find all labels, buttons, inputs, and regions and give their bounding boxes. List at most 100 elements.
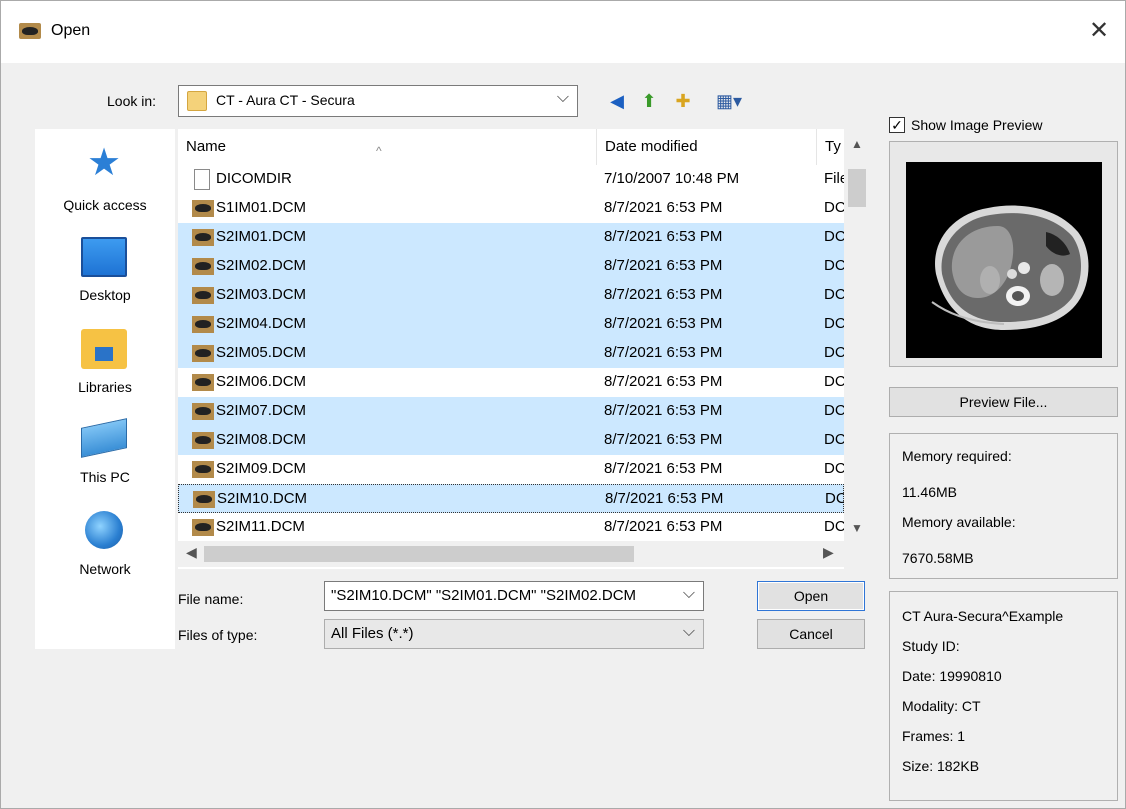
cancel-button[interactable]: Cancel: [757, 619, 865, 649]
up-folder-icon[interactable]: ⬆: [637, 89, 661, 113]
file-row[interactable]: S2IM08.DCM 8/7/2021 6:53 PM DCM: [178, 426, 844, 455]
column-header-name[interactable]: Name ^: [178, 129, 594, 165]
close-button[interactable]: ✕: [1083, 15, 1115, 47]
place-libraries[interactable]: Libraries: [35, 321, 175, 401]
dicom-file-icon: [192, 316, 214, 333]
scroll-up-icon[interactable]: ▲: [851, 137, 863, 151]
file-name: S2IM09.DCM: [216, 460, 307, 477]
file-row[interactable]: S2IM03.DCM 8/7/2021 6:53 PM DCM: [178, 281, 844, 310]
study-size: Size: 182KB: [902, 758, 980, 774]
place-label: This PC: [80, 469, 130, 485]
file-name: S2IM02.DCM: [216, 257, 307, 274]
vertical-scroll-thumb[interactable]: [848, 169, 866, 207]
file-name-label: File name:: [178, 591, 244, 607]
place-this-pc[interactable]: This PC: [35, 413, 175, 493]
computer-icon: [81, 418, 127, 458]
document-icon: [194, 169, 210, 190]
file-row[interactable]: DICOMDIR 7/10/2007 10:48 PM File: [178, 165, 844, 194]
column-header-type[interactable]: Ty: [816, 129, 846, 165]
study-date: Date: 19990810: [902, 668, 1002, 684]
open-button[interactable]: Open: [757, 581, 865, 611]
dicom-file-icon: [192, 345, 214, 362]
file-type: DCM: [824, 402, 844, 419]
file-list[interactable]: Name ^ Date modified Ty DICOMDIR 7/10/200…: [178, 129, 870, 569]
file-date: 8/7/2021 6:53 PM: [604, 257, 723, 274]
file-date: 8/7/2021 6:53 PM: [604, 373, 723, 390]
dicom-file-icon: [192, 374, 214, 391]
file-row[interactable]: S2IM05.DCM 8/7/2021 6:53 PM DCM: [178, 339, 844, 368]
scroll-down-icon[interactable]: ▼: [851, 521, 863, 535]
ct-scan-graphic: [906, 162, 1102, 358]
file-name: S2IM11.DCM: [216, 518, 305, 535]
view-menu-icon[interactable]: ▦▾: [707, 89, 751, 113]
file-name: S1IM01.DCM: [216, 199, 307, 216]
memory-required-value: 11.46MB: [902, 484, 957, 500]
files-of-type-select[interactable]: All Files (*.*) ⌵: [324, 619, 704, 649]
file-row[interactable]: S2IM06.DCM 8/7/2021 6:53 PM DCM: [178, 368, 844, 397]
file-type: DCM: [824, 257, 844, 274]
horizontal-scrollbar[interactable]: ◀ ▶: [178, 541, 844, 567]
file-row[interactable]: S2IM09.DCM 8/7/2021 6:53 PM DCM: [178, 455, 844, 484]
column-header-date[interactable]: Date modified: [596, 129, 816, 165]
file-date: 8/7/2021 6:53 PM: [604, 228, 723, 245]
file-type: DCM: [824, 344, 844, 361]
study-frames: Frames: 1: [902, 728, 966, 744]
files-of-type-label: Files of type:: [178, 627, 258, 643]
file-type: DCM: [824, 518, 844, 535]
file-row[interactable]: S2IM10.DCM 8/7/2021 6:53 PM DCM: [178, 484, 845, 513]
file-name-value[interactable]: "S2IM10.DCM" "S2IM01.DCM" "S2IM02.DCM: [331, 587, 671, 604]
preview-file-button[interactable]: Preview File...: [889, 387, 1118, 417]
file-row[interactable]: S2IM02.DCM 8/7/2021 6:53 PM DCM: [178, 252, 844, 281]
look-in-combo[interactable]: CT - Aura CT - Secura ⌵: [178, 85, 578, 117]
horizontal-scroll-thumb[interactable]: [204, 546, 634, 562]
dicom-file-icon: [192, 258, 214, 275]
place-label: Libraries: [78, 379, 132, 395]
place-network[interactable]: Network: [35, 503, 175, 587]
file-type: DCM: [824, 199, 844, 216]
file-date: 8/7/2021 6:53 PM: [604, 431, 723, 448]
dicom-file-icon: [193, 491, 215, 508]
file-row[interactable]: S2IM04.DCM 8/7/2021 6:53 PM DCM: [178, 310, 844, 339]
app-eye-icon: [19, 23, 41, 39]
back-icon[interactable]: ◀: [605, 89, 629, 113]
dicom-file-icon: [192, 403, 214, 420]
study-info-box: CT Aura-Secura^Example Study ID: Date: 1…: [889, 591, 1118, 801]
memory-required-label: Memory required:: [902, 448, 1012, 464]
study-id: Study ID:: [902, 638, 960, 654]
file-name: DICOMDIR: [216, 170, 292, 187]
network-globe-icon: [85, 511, 123, 549]
dicom-file-icon: [192, 287, 214, 304]
show-preview-label[interactable]: Show Image Preview: [911, 117, 1043, 133]
place-label: Desktop: [79, 287, 131, 303]
file-name: S2IM06.DCM: [216, 373, 307, 390]
place-desktop[interactable]: Desktop: [35, 229, 175, 313]
file-name-combo[interactable]: "S2IM10.DCM" "S2IM01.DCM" "S2IM02.DCM ⌵: [324, 581, 704, 611]
new-folder-icon[interactable]: ✚: [671, 89, 695, 113]
open-dialog: Open ✕ Look in: CT - Aura CT - Secura ⌵ …: [0, 0, 1126, 809]
place-quick-access[interactable]: ★ Quick access: [35, 137, 175, 221]
file-date: 7/10/2007 10:48 PM: [604, 170, 740, 187]
chevron-down-icon[interactable]: ⌵: [683, 585, 695, 603]
vertical-scrollbar[interactable]: ▲ ▼: [844, 129, 870, 541]
dicom-file-icon: [192, 519, 214, 536]
file-row[interactable]: S2IM11.DCM 8/7/2021 6:53 PM DCM: [178, 513, 844, 542]
scroll-right-icon[interactable]: ▶: [823, 544, 834, 561]
folder-icon: [187, 91, 207, 111]
file-name: S2IM08.DCM: [216, 431, 307, 448]
file-date: 8/7/2021 6:53 PM: [604, 402, 723, 419]
file-type: DCM: [824, 460, 844, 477]
file-name: S2IM01.DCM: [216, 228, 307, 245]
file-name: S2IM04.DCM: [216, 315, 307, 332]
file-row[interactable]: S2IM07.DCM 8/7/2021 6:53 PM DCM: [178, 397, 844, 426]
chevron-down-icon: ⌵: [682, 623, 695, 640]
file-type: DCM: [825, 490, 845, 507]
desktop-icon: [81, 237, 127, 277]
file-row[interactable]: S1IM01.DCM 8/7/2021 6:53 PM DCM: [178, 194, 844, 223]
file-date: 8/7/2021 6:53 PM: [605, 490, 724, 507]
file-row[interactable]: S2IM01.DCM 8/7/2021 6:53 PM DCM: [178, 223, 844, 252]
scroll-left-icon[interactable]: ◀: [186, 544, 197, 561]
file-type: DCM: [824, 373, 844, 390]
study-patient-name: CT Aura-Secura^Example: [902, 608, 1064, 624]
show-preview-checkbox[interactable]: ✓: [889, 117, 905, 133]
image-preview-frame: [889, 141, 1118, 367]
